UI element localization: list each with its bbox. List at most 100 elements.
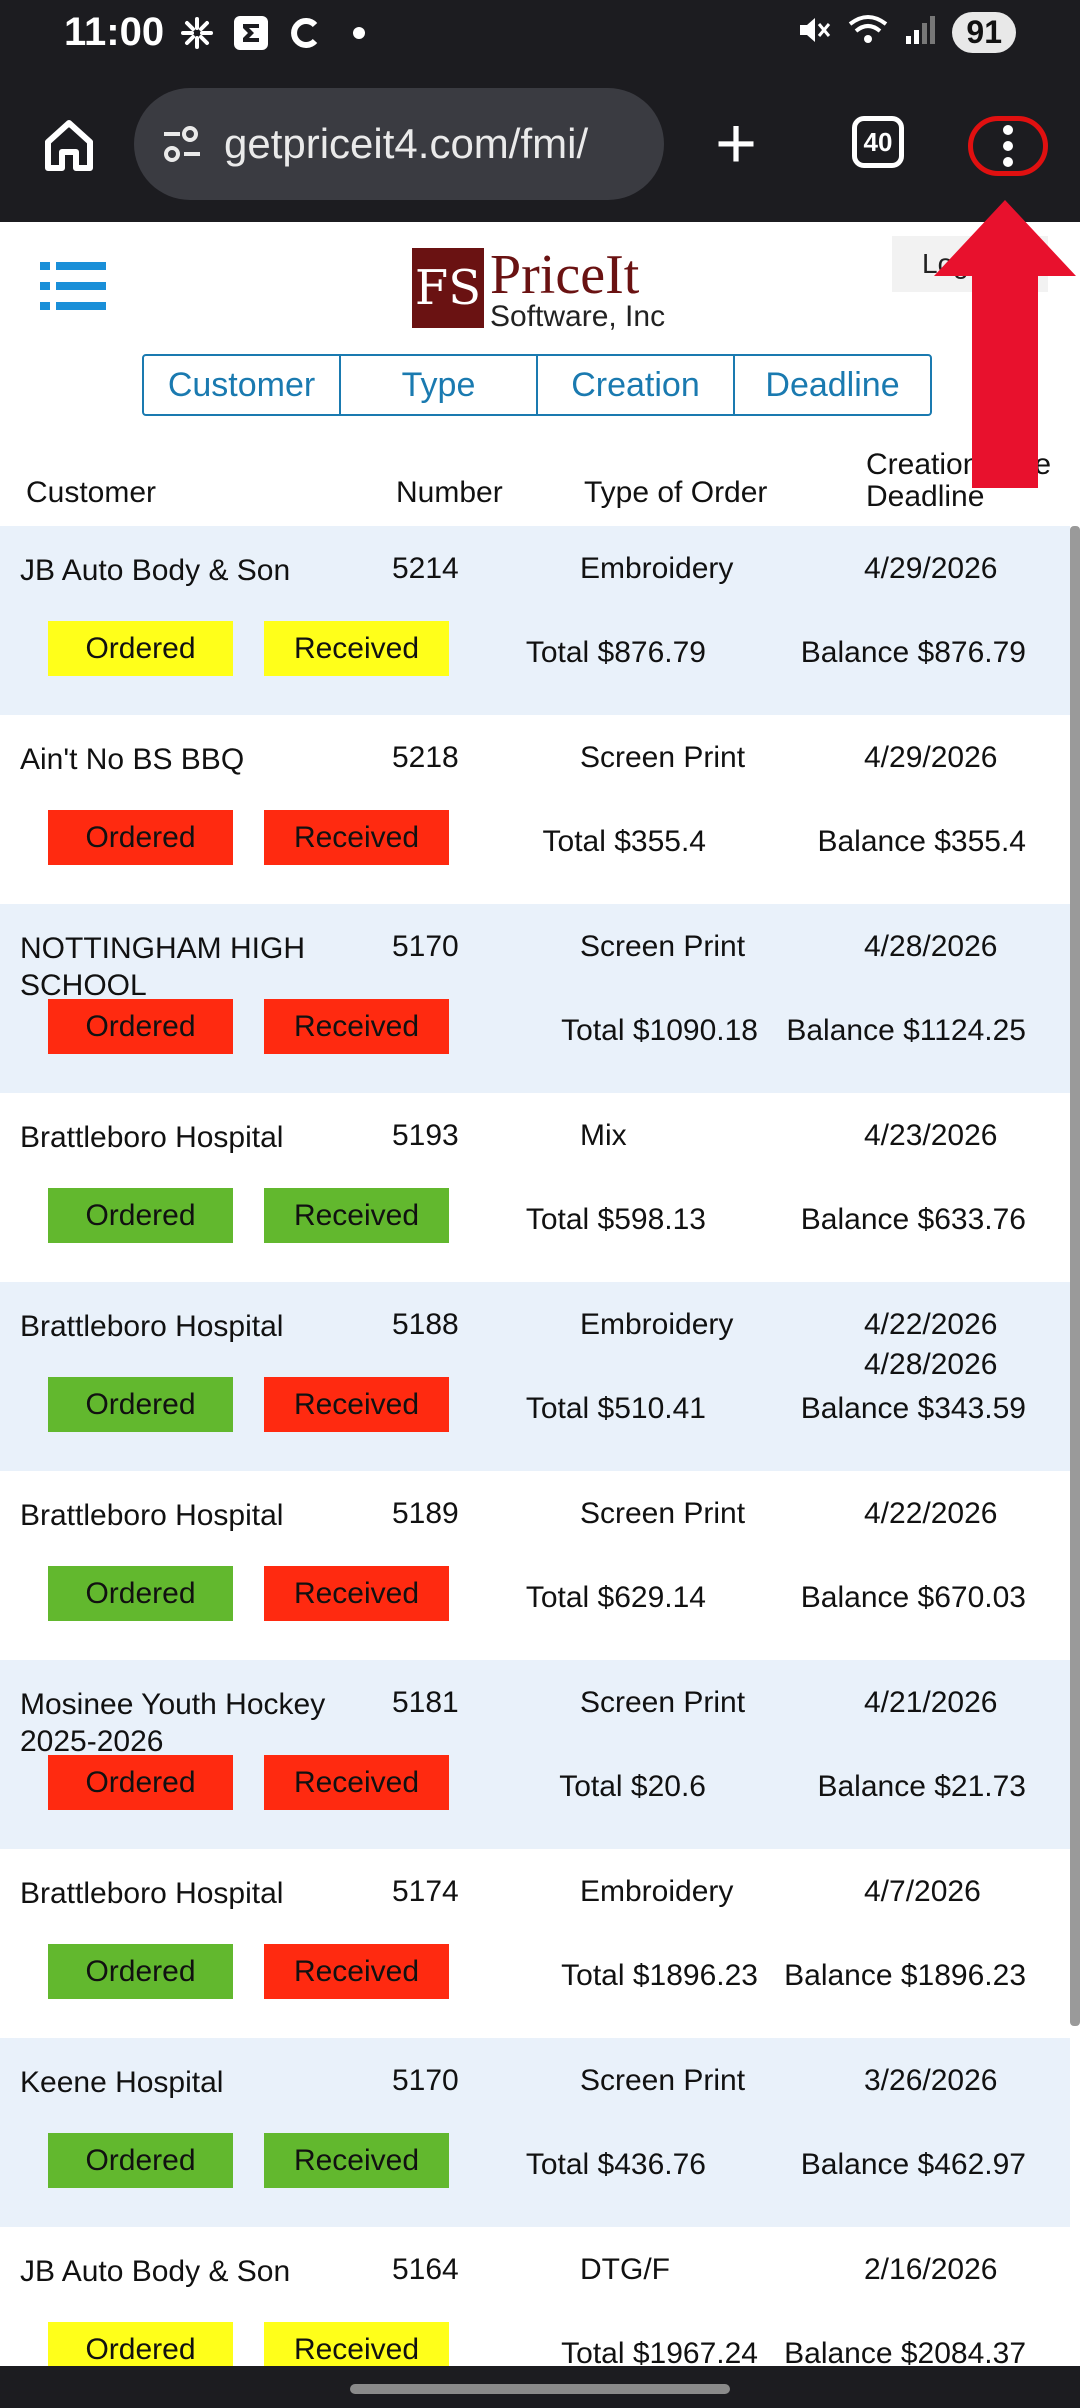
order-total: Total $355.4: [542, 825, 706, 858]
order-creation-date: 4/23/2026: [864, 1119, 998, 1152]
priceit-logo: FS PriceIt Software, Inc: [412, 244, 666, 333]
received-status-button[interactable]: Received: [264, 2133, 449, 2188]
notification-icons: [178, 14, 378, 52]
order-total: Total $436.76: [525, 2148, 706, 2181]
url-text: getpriceit4.com/fmi/: [224, 120, 589, 167]
menu-dot-icon: [1003, 125, 1013, 135]
system-nav-bar: [0, 2366, 1080, 2408]
ordered-status-button[interactable]: Ordered: [48, 1377, 233, 1432]
order-creation-date: 4/29/2026: [864, 552, 998, 585]
home-icon: [45, 120, 93, 171]
order-type: Screen Print: [580, 2064, 746, 2097]
order-balance: Balance $355.4: [817, 825, 1026, 858]
address-bar[interactable]: getpriceit4.com/fmi/: [134, 88, 664, 200]
order-number: 5189: [392, 1497, 459, 1530]
order-creation-date: 4/28/2026: [864, 930, 998, 963]
received-status-button[interactable]: Received: [264, 621, 449, 676]
order-row[interactable]: Brattleboro Hospital 5188 Embroidery 4/22/2…: [0, 1282, 1070, 1471]
order-customer: Ain't No BS BBQ: [20, 743, 245, 776]
c-app-icon: [286, 14, 324, 52]
order-row[interactable]: Brattleboro Hospital 5174 Embroidery 4/7/20…: [0, 1849, 1070, 2038]
received-status-button[interactable]: Received: [264, 1377, 449, 1432]
tab-switcher-button[interactable]: 40: [852, 116, 904, 168]
order-type: DTG/F: [580, 2253, 670, 2286]
order-creation-date: 4/22/2026: [864, 1497, 998, 1530]
order-number: 5170: [392, 2064, 459, 2097]
order-row[interactable]: Ain't No BS BBQ 5218 Screen Print 4/29/2026…: [0, 715, 1070, 904]
order-deadline: 4/28/2026: [864, 1348, 998, 1381]
asterisk-icon: [178, 14, 216, 52]
status-right: 91: [796, 12, 1016, 53]
received-status-button[interactable]: Received: [264, 1755, 449, 1810]
order-row[interactable]: Mosinee Youth Hockey 2025-2026 5181 Screen…: [0, 1660, 1070, 1849]
order-number: 5181: [392, 1686, 459, 1719]
order-customer: Mosinee Youth Hockey 2025-2026: [20, 1688, 326, 1758]
order-customer: Brattleboro Hospital: [20, 1877, 284, 1910]
order-row[interactable]: Brattleboro Hospital 5189 Screen Print 4/22…: [0, 1471, 1070, 1660]
received-status-button[interactable]: Received: [264, 999, 449, 1054]
order-row[interactable]: Keene Hospital 5170 Screen Print 3/26/2026 O…: [0, 2038, 1070, 2227]
sigma-app-icon: [232, 14, 270, 52]
order-number: 5218: [392, 741, 459, 774]
logo-subtitle: Software, Inc: [490, 300, 666, 333]
order-balance: Balance $1124.25: [786, 1014, 1026, 1047]
order-row[interactable]: JB Auto Body & Son 5214 Embroidery 4/29/202…: [0, 526, 1070, 715]
received-status-button[interactable]: Received: [264, 1566, 449, 1621]
site-settings-icon[interactable]: [158, 120, 206, 168]
scrollbar[interactable]: [1070, 526, 1080, 2026]
order-list: JB Auto Body & Son 5214 Embroidery 4/29/202…: [0, 526, 1070, 2408]
order-number: 5188: [392, 1308, 459, 1341]
order-creation-date: 3/26/2026: [864, 2064, 998, 2097]
order-customer: Brattleboro Hospital: [20, 1121, 284, 1154]
arrow-annotation-icon: [934, 200, 1076, 488]
order-row[interactable]: NOTTINGHAM HIGH SCHOOL 5170 Screen Print 4/…: [0, 904, 1070, 1093]
battery-indicator: 91: [952, 12, 1016, 53]
ordered-status-button[interactable]: Ordered: [48, 1944, 233, 1999]
home-gesture-handle[interactable]: [350, 2384, 730, 2394]
order-type: Screen Print: [580, 741, 746, 774]
sort-type-button[interactable]: Type: [341, 356, 538, 414]
column-header-customer: Customer: [26, 476, 157, 509]
order-number: 5170: [392, 930, 459, 963]
order-balance: Balance $633.76: [800, 1203, 1026, 1236]
wifi-icon: [848, 12, 888, 53]
order-type: Embroidery: [580, 552, 734, 585]
ordered-status-button[interactable]: Ordered: [48, 1566, 233, 1621]
order-balance: Balance $1896.23: [784, 1959, 1026, 1992]
order-creation-date: 4/7/2026: [864, 1875, 981, 1908]
received-status-button[interactable]: Received: [264, 1188, 449, 1243]
hamburger-menu-icon[interactable]: [40, 260, 106, 320]
order-customer: Brattleboro Hospital: [20, 1499, 284, 1532]
order-number: 5193: [392, 1119, 459, 1152]
sort-creation-button[interactable]: Creation: [538, 356, 735, 414]
sort-customer-button[interactable]: Customer: [144, 356, 341, 414]
ordered-status-button[interactable]: Ordered: [48, 999, 233, 1054]
ordered-status-button[interactable]: Ordered: [48, 621, 233, 676]
order-number: 5214: [392, 552, 459, 585]
order-type: Screen Print: [580, 1497, 746, 1530]
mute-icon: [796, 12, 832, 53]
ordered-status-button[interactable]: Ordered: [48, 1188, 233, 1243]
order-row[interactable]: Brattleboro Hospital 5193 Mix 4/23/2026 Orde…: [0, 1093, 1070, 1282]
home-button[interactable]: [36, 112, 102, 178]
order-customer: JB Auto Body & Son: [20, 554, 291, 587]
received-status-button[interactable]: Received: [264, 810, 449, 865]
ordered-status-button[interactable]: Ordered: [48, 810, 233, 865]
order-customer: Brattleboro Hospital: [20, 1310, 284, 1343]
new-tab-button[interactable]: +: [706, 104, 766, 184]
order-type: Embroidery: [580, 1875, 734, 1908]
received-status-button[interactable]: Received: [264, 1944, 449, 1999]
status-bar: 11:00 91: [0, 0, 1080, 74]
order-total: Total $629.14: [525, 1581, 706, 1614]
ordered-status-button[interactable]: Ordered: [48, 2133, 233, 2188]
ordered-status-button[interactable]: Ordered: [48, 1755, 233, 1810]
sort-deadline-button[interactable]: Deadline: [735, 356, 930, 414]
signal-icon: [904, 14, 936, 51]
order-balance: Balance $21.73: [817, 1770, 1026, 1803]
order-type: Screen Print: [580, 930, 746, 963]
order-number: 5174: [392, 1875, 459, 1908]
logo-name: PriceIt: [490, 244, 640, 306]
dot-icon: [340, 14, 378, 52]
order-balance: Balance $343.59: [800, 1392, 1026, 1425]
browser-menu-button[interactable]: [968, 116, 1048, 176]
